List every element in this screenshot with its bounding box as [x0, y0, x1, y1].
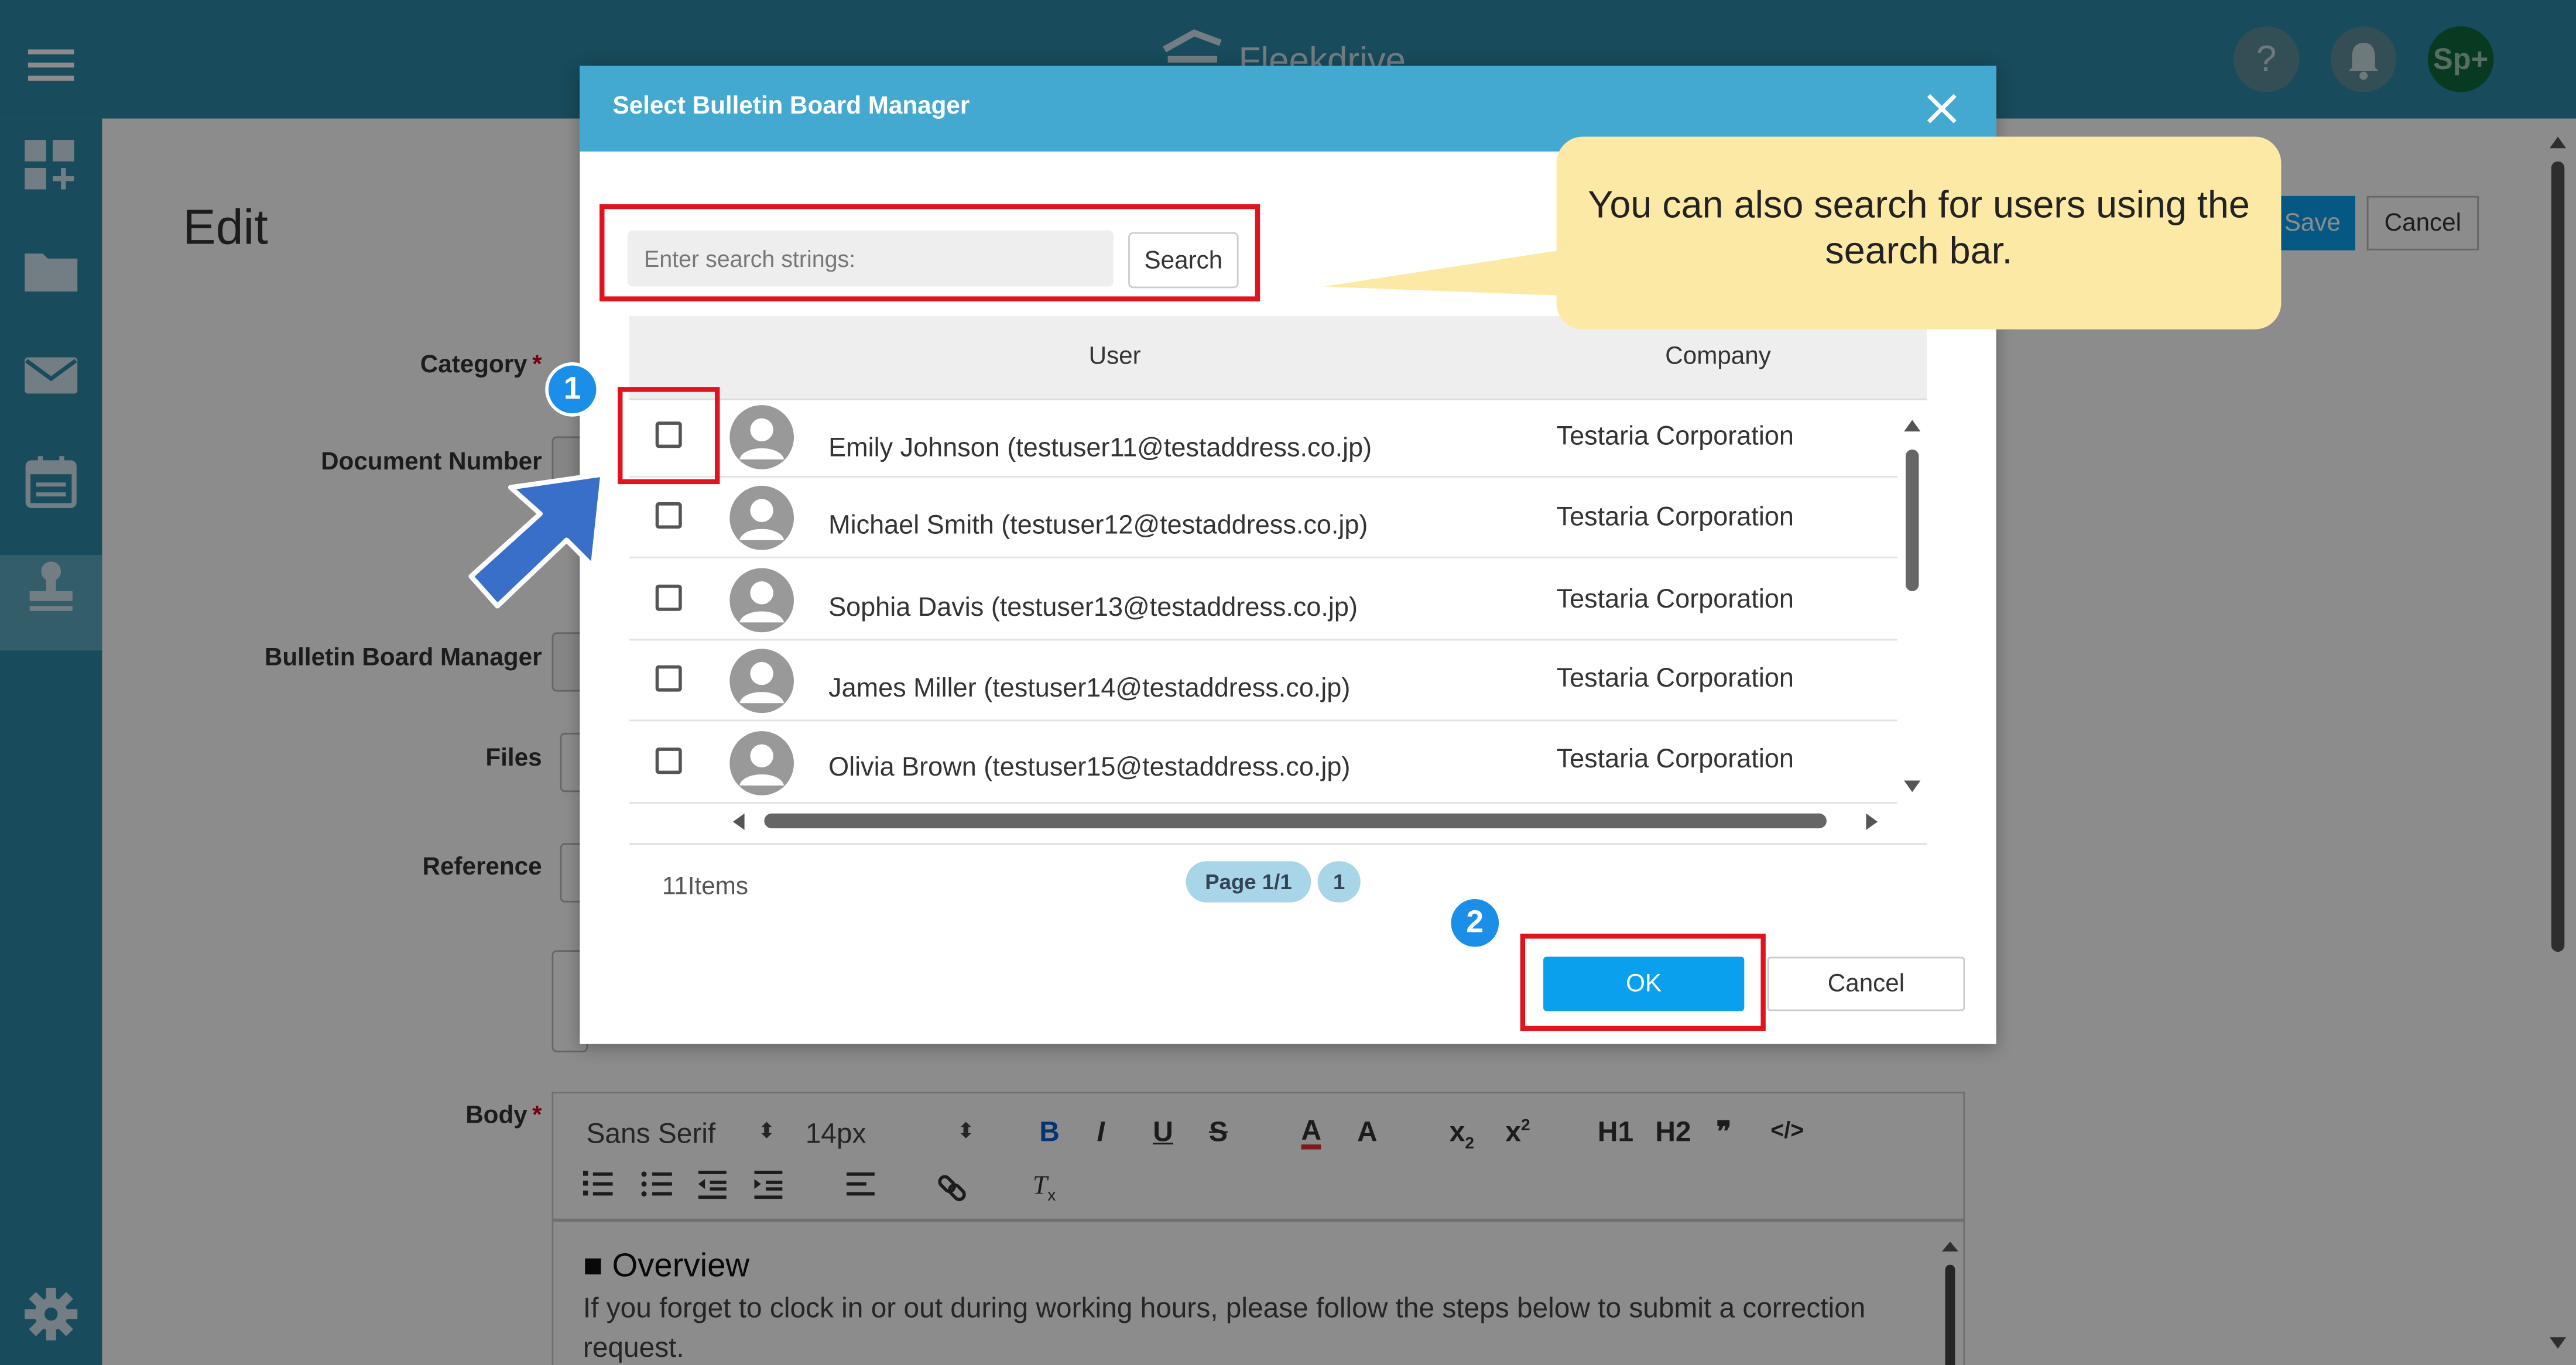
user-avatar-icon: [729, 731, 794, 795]
row-user: Michael Smith (testuser12@testaddress.co…: [828, 512, 1368, 540]
column-header-user[interactable]: User: [1089, 342, 1141, 371]
table-row[interactable]: Olivia Brown (testuser15@testaddress.co.…: [629, 721, 1897, 804]
checkbox-highlight-box: [617, 387, 720, 485]
user-avatar-icon: [729, 568, 794, 633]
row-user: James Miller (testuser14@testaddress.co.…: [828, 675, 1351, 704]
row-company: Testaria Corporation: [1556, 586, 1794, 615]
row-company: Testaria Corporation: [1556, 665, 1794, 694]
dialog-cancel-button[interactable]: Cancel: [1767, 956, 1965, 1011]
row-company: Testaria Corporation: [1556, 746, 1794, 774]
row-user: Emily Johnson (testuser11@testaddress.co…: [828, 434, 1372, 463]
dialog-title: Select Bulletin Board Manager: [612, 92, 970, 121]
user-avatar-icon: [729, 405, 794, 469]
row-company: Testaria Corporation: [1556, 423, 1794, 451]
user-avatar-icon: [729, 649, 794, 714]
table-row[interactable]: James Miller (testuser14@testaddress.co.…: [629, 639, 1897, 722]
table-row[interactable]: Sophia Davis (testuser13@testaddress.co.…: [629, 558, 1897, 641]
callout-pointer: [1318, 231, 1581, 313]
ok-highlight-box: [1520, 934, 1766, 1031]
table-row[interactable]: Emily Johnson (testuser11@testaddress.co…: [629, 395, 1897, 478]
pointer-arrow-icon: [461, 461, 626, 618]
table-vertical-scrollbar[interactable]: [1897, 399, 1927, 802]
search-highlight-box: [600, 204, 1260, 301]
row-checkbox[interactable]: [655, 747, 682, 774]
close-icon[interactable]: [1922, 89, 1962, 129]
callout-bubble: You can also search for users using the …: [1556, 136, 2282, 330]
row-company: Testaria Corporation: [1556, 503, 1794, 532]
row-checkbox[interactable]: [655, 665, 682, 692]
row-user: Sophia Davis (testuser13@testaddress.co.…: [828, 594, 1358, 623]
step-1-badge: 1: [545, 362, 600, 417]
table-horizontal-scrollbar[interactable]: [629, 802, 1927, 845]
page-indicator: Page 1/1: [1186, 861, 1311, 903]
step-2-badge: 2: [1447, 896, 1502, 951]
column-header-company[interactable]: Company: [1665, 342, 1771, 371]
table-row[interactable]: Michael Smith (testuser12@testaddress.co…: [629, 476, 1897, 558]
row-checkbox[interactable]: [655, 584, 682, 611]
row-user: Olivia Brown (testuser15@testaddress.co.…: [828, 754, 1351, 783]
row-checkbox[interactable]: [655, 502, 682, 529]
page-number-button[interactable]: 1: [1317, 861, 1361, 903]
user-avatar-icon: [729, 485, 794, 550]
items-count: 11Items: [662, 873, 748, 901]
